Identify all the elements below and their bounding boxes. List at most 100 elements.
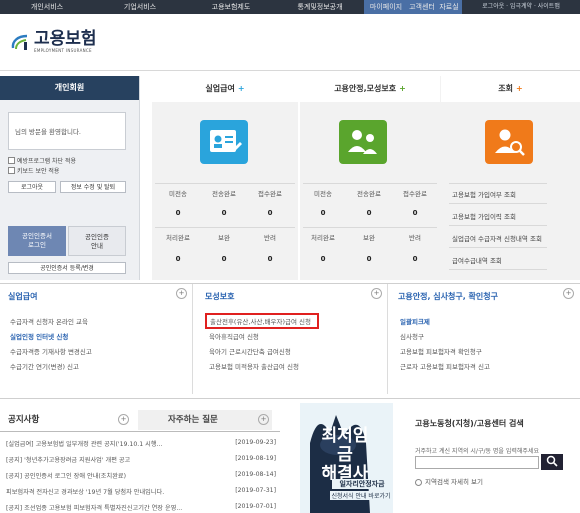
notice-date: [2019-08-19] (235, 455, 276, 462)
stat-value[interactable]: 0 (392, 255, 438, 263)
nav-system[interactable]: 고용보험제도 (186, 0, 276, 14)
nav-business[interactable]: 기업서비스 (94, 0, 186, 14)
stat-label: 처리완료 (166, 234, 190, 242)
notice-text[interactable]: 피보험자격 전자신고 경과보상 '19년 7월 당첨자 안내입니다. (6, 487, 164, 496)
id-card-icon[interactable] (200, 120, 248, 164)
nav-personal[interactable]: 개인서비스 (0, 0, 94, 14)
service-link[interactable]: 심사청구 (400, 331, 424, 341)
lookup-item[interactable]: 실업급여 수급자격 신청내역 조회 (449, 233, 547, 243)
notice-item[interactable]: [공지] 조선업종 고용보험 피보험자격 특별자진신고기간 연장 운영... [2… (6, 503, 276, 512)
logo-text: 고용보험 (34, 29, 97, 49)
notice-text[interactable]: [실업급여] 고용보험법 일부개정 관련 공지('19.10.1 시행... (6, 439, 162, 448)
service-link[interactable]: 수급자격증 기재사항 변경신고 (10, 346, 92, 356)
notice-text[interactable]: [공지] 공인인증서 로그인 장애 안내(조치완료) (6, 471, 126, 480)
service-link[interactable]: 고용보험 피보험자격 확인청구 (400, 346, 482, 356)
service-link[interactable]: 일괄피크제 (400, 316, 430, 326)
stat-value[interactable]: 0 (201, 255, 247, 263)
stat-label: 미전송 (314, 190, 332, 198)
notice-item[interactable]: 피보험자격 전자신고 경과보상 '19년 7월 당첨자 안내입니다. [2019-… (6, 487, 276, 496)
notice-text[interactable]: [공지] 조선업종 고용보험 피보험자격 특별자진신고기간 연장 운영... (6, 503, 182, 512)
divider (192, 284, 193, 394)
notice-date: [2019-09-23] (235, 439, 276, 446)
service-link[interactable]: 근로자 고용보험 피보험자격 신고 (400, 361, 490, 371)
stat-value[interactable]: 0 (247, 209, 293, 217)
cert-register-button[interactable]: 공인인증서 등록/변경 (8, 262, 126, 274)
stat-value[interactable]: 0 (392, 209, 438, 217)
unemployment-header[interactable]: 실업급여 + (152, 76, 298, 102)
service-link[interactable]: 고용보험 미적용자 출산급여 신청 (209, 361, 299, 371)
banner-headline: 최저임금 해결사 (314, 427, 376, 484)
lookup-header[interactable]: 조회 + (441, 76, 580, 102)
stat-value[interactable]: 0 (346, 255, 392, 263)
highlighted-service-link[interactable]: 출산전후(유산,사산,배우자)급여 신청 (205, 313, 319, 329)
center-search-title: 고용노동청(지청)/고용센터 검색 (415, 419, 524, 428)
check-keyboard[interactable]: 키보드 보안 적용 (8, 166, 59, 175)
check-prevention[interactable]: 예방프로그램 차단 적용 (8, 156, 76, 165)
nav-stats[interactable]: 통계및정보공개 (276, 0, 364, 14)
plus-icon[interactable]: + (238, 84, 245, 93)
check-keyboard-label: 키보드 보안 적용 (17, 168, 60, 175)
header-divider (0, 70, 580, 71)
stat-label: 보완 (363, 234, 375, 242)
cert-login-button[interactable]: 공인인증서 로그인 (8, 226, 66, 256)
more-plus-icon[interactable]: + (563, 288, 574, 299)
stat-label: 전송완료 (357, 190, 381, 198)
plus-icon[interactable]: + (399, 84, 406, 93)
notice-item[interactable]: [공지] '청년추가고용장려금 지원사업' 개편 공고 [2019-08-19] (6, 455, 276, 464)
plus-icon[interactable]: + (516, 84, 523, 93)
edit-info-button[interactable]: 정보 수정 및 탈퇴 (60, 181, 126, 193)
service-link[interactable]: 육아기 근로시간단축 급여신청 (209, 346, 291, 356)
service-link[interactable]: 수급자격 신청자 온라인 교육 (10, 316, 88, 326)
notice-item[interactable]: [공지] 공인인증서 로그인 장애 안내(조치완료) [2019-08-14] (6, 471, 276, 480)
service-link[interactable]: 수급기간 연기(변경) 신고 (10, 361, 79, 371)
divider (303, 227, 437, 228)
user-search-icon[interactable] (485, 120, 533, 164)
appeal-section-title[interactable]: 고용안정, 심사청구, 확인청구 (398, 291, 498, 302)
stat-value[interactable]: 0 (300, 255, 346, 263)
unemployment-section-title[interactable]: 실업급여 (8, 291, 37, 302)
cert-guide-button[interactable]: 공인인증 안내 (68, 226, 126, 256)
more-plus-icon[interactable]: + (176, 288, 187, 299)
lookup-item[interactable]: 급여수급내역 조회 (449, 255, 547, 265)
nav-util-links[interactable]: 로그아웃 · 임극계약 · 사이트맵 (462, 0, 580, 14)
logo[interactable]: 고용보험 EMPLOYMENT INSURANCE (10, 30, 97, 53)
more-plus-icon[interactable]: + (118, 414, 129, 425)
notice-date: [2019-07-01] (235, 503, 276, 510)
service-link[interactable]: 육아휴직급여 신청 (209, 331, 259, 341)
nav-mypage[interactable]: 마이페이지 (364, 0, 408, 14)
more-plus-icon[interactable]: + (258, 414, 269, 425)
more-plus-icon[interactable]: + (371, 288, 382, 299)
stat-value[interactable]: 0 (346, 209, 392, 217)
tab-notice[interactable]: 공지사항 (0, 410, 134, 430)
stat-value[interactable]: 0 (247, 255, 293, 263)
stat-value[interactable]: 0 (155, 255, 201, 263)
search-button[interactable] (541, 454, 563, 470)
banner-line-1: 최저임금 (321, 426, 369, 465)
tab-faq[interactable]: 자주하는 질문 (138, 410, 272, 430)
service-link[interactable]: 실업인정 인터넷 신청 (10, 331, 68, 341)
maternity-section-title[interactable]: 모성보호 (205, 291, 234, 302)
maternity-header[interactable]: 고용안정,모성보호 + (300, 76, 440, 102)
center-search-input[interactable] (415, 456, 539, 469)
stat-value[interactable]: 0 (155, 209, 201, 217)
nav-customer[interactable]: 고객센터 (408, 0, 436, 14)
lookup-item[interactable]: 고용보험 가입여부 조회 (449, 189, 547, 199)
notice-item[interactable]: [실업급여] 고용보험법 일부개정 관련 공지('19.10.1 시행... [2… (6, 439, 276, 448)
lookup-title: 조회 (498, 84, 514, 93)
banner-sub: 일자리안정자금 (332, 479, 392, 489)
minimum-wage-banner[interactable]: 최저임금 해결사 일자리안정자금 신청서식 안내 바로가기 (300, 403, 393, 513)
stat-value[interactable]: 0 (201, 209, 247, 217)
area-search-link[interactable]: 지역검색 자세히 보기 (415, 476, 483, 486)
member-title: 개인회원 (0, 76, 139, 100)
family-icon[interactable] (339, 120, 387, 164)
logo-subtext: EMPLOYMENT INSURANCE (34, 48, 92, 53)
nav-archive[interactable]: 자료실 (436, 0, 462, 14)
divider (449, 225, 547, 226)
logout-button[interactable]: 로그아웃 (8, 181, 56, 193)
notice-text[interactable]: [공지] '청년추가고용장려금 지원사업' 개편 공고 (6, 455, 130, 464)
checkbox-icon[interactable] (8, 167, 15, 174)
notice-date: [2019-08-14] (235, 471, 276, 478)
checkbox-icon[interactable] (8, 157, 15, 164)
stat-value[interactable]: 0 (300, 209, 346, 217)
lookup-item[interactable]: 고용보험 가입이력 조회 (449, 211, 547, 221)
